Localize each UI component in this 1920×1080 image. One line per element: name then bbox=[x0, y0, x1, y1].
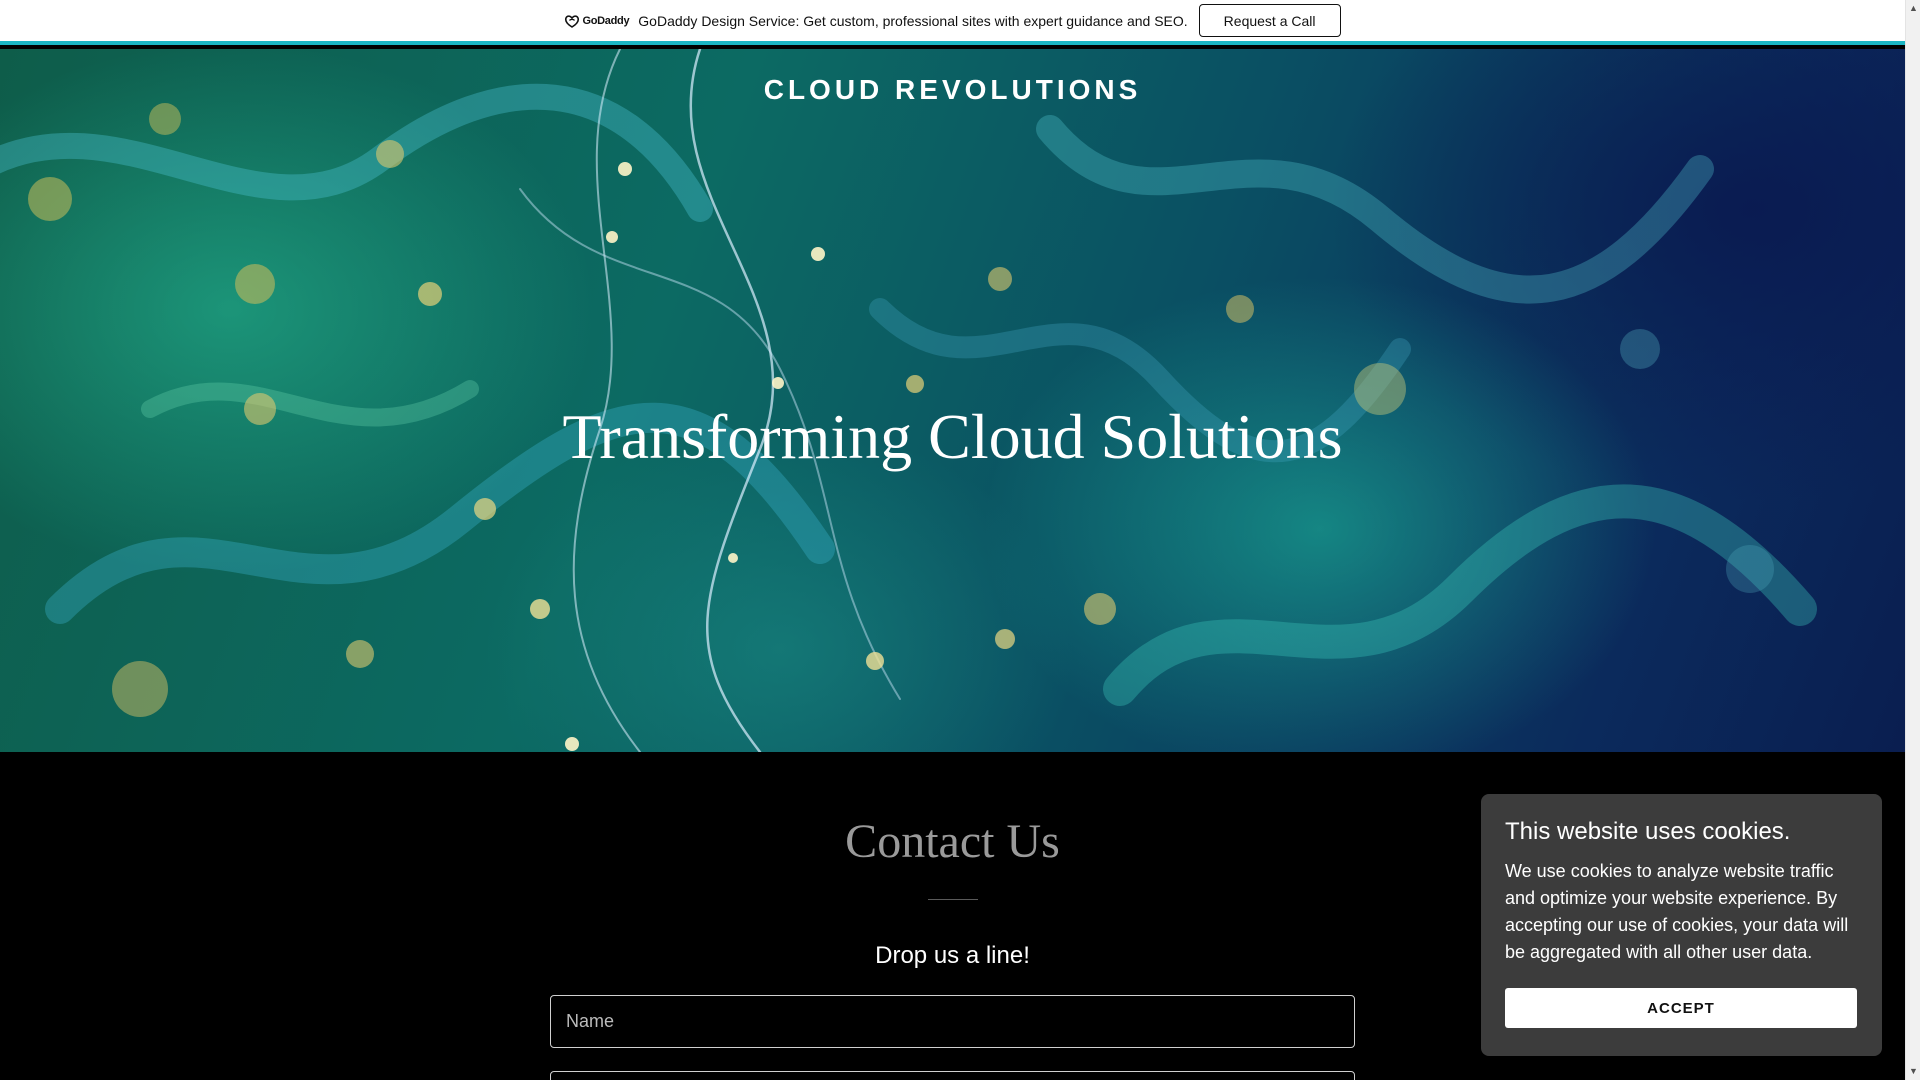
accept-cookies-button[interactable]: ACCEPT bbox=[1505, 988, 1857, 1028]
hero-section: CLOUD REVOLUTIONS Transforming Cloud Sol… bbox=[0, 49, 1905, 752]
promo-bar: GoDaddy GoDaddy Design Service: Get cust… bbox=[0, 0, 1905, 45]
godaddy-logo-text: GoDaddy bbox=[582, 14, 630, 27]
cookie-body: We use cookies to analyze website traffi… bbox=[1505, 861, 1849, 962]
site-title[interactable]: CLOUD REVOLUTIONS bbox=[0, 74, 1905, 106]
promo-message: GoDaddy Design Service: Get custom, prof… bbox=[638, 12, 1188, 29]
name-input[interactable] bbox=[550, 995, 1355, 1048]
promo-content: GoDaddy GoDaddy Design Service: Get cust… bbox=[564, 0, 1341, 41]
godaddy-logo: GoDaddy bbox=[564, 14, 630, 28]
chevron-up-icon[interactable]: ▲ bbox=[1906, 0, 1920, 17]
page: GoDaddy GoDaddy Design Service: Get cust… bbox=[0, 0, 1920, 1080]
cookie-title: This website uses cookies. bbox=[1505, 818, 1791, 845]
chevron-down-icon[interactable]: ▼ bbox=[1906, 1063, 1920, 1080]
scrollbar[interactable]: ▲ ▼ bbox=[1905, 0, 1920, 1080]
contact-divider bbox=[928, 899, 978, 900]
request-call-button[interactable]: Request a Call bbox=[1198, 4, 1341, 37]
email-input[interactable] bbox=[550, 1071, 1355, 1080]
godaddy-logo-icon bbox=[565, 14, 580, 28]
cookie-banner: This website uses cookies. We use cookie… bbox=[1481, 794, 1882, 1056]
hero-heading: Transforming Cloud Solutions bbox=[562, 401, 1343, 472]
